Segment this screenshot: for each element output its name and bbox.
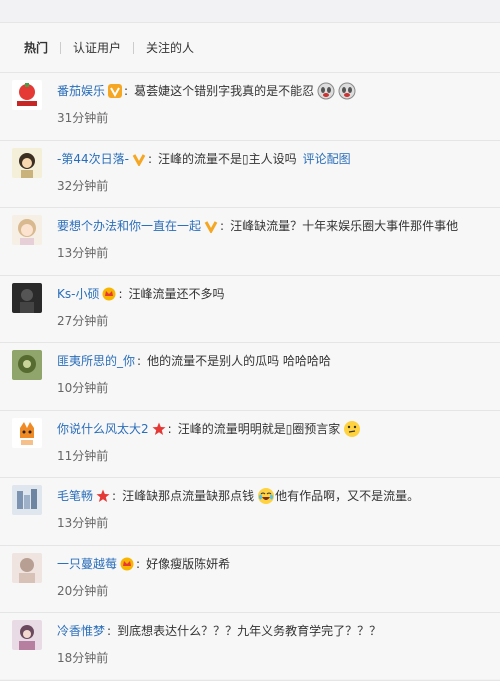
colon: : bbox=[147, 151, 152, 166]
star-icon bbox=[152, 422, 166, 435]
colon: : bbox=[137, 354, 142, 368]
comment-item: Ks-小硕 : 汪峰流量还不多吗 27分钟前 bbox=[0, 276, 500, 343]
comment-tabs: 热门 认证用户 关注的人 bbox=[0, 23, 500, 73]
crying-face-icon bbox=[338, 82, 356, 100]
verified-gold-icon bbox=[204, 221, 218, 233]
colon: : bbox=[107, 624, 112, 638]
comment-item: 冷香惟梦 : 到底想表达什么？？？九年义务教育学完了？？？ 18分钟前 bbox=[0, 613, 500, 681]
comment-item: 要想个办法和你一直在一起 : 汪峰缺流量？十年来娱乐圈大事件那件事他 13分钟前 bbox=[0, 208, 500, 276]
comment-text-continued: 他有作品啊，又不是流量。 bbox=[275, 489, 420, 503]
comment-item: 毛笔畅 : 汪峰缺那点流量缺那点钱 他有作品啊，又不是流量。 13分钟前 bbox=[0, 478, 500, 546]
comment-image-link[interactable]: 评论配图 bbox=[303, 150, 351, 168]
comment-item: 一只蔓越莓 : 好像瘦版陈妍希 20分钟前 bbox=[0, 546, 500, 613]
colon: : bbox=[220, 219, 225, 233]
timestamp: 11分钟前 bbox=[57, 448, 109, 463]
colon: : bbox=[167, 421, 172, 436]
avatar[interactable] bbox=[12, 417, 42, 448]
tab-divider bbox=[133, 41, 135, 54]
colon: : bbox=[124, 84, 129, 98]
colon: : bbox=[118, 286, 123, 301]
avatar[interactable] bbox=[12, 282, 42, 313]
username[interactable]: 你说什么风太大2 bbox=[57, 420, 149, 438]
colon: : bbox=[112, 489, 117, 503]
timestamp: 20分钟前 bbox=[57, 583, 109, 598]
comment-text: 好像瘦版陈妍希 bbox=[146, 556, 231, 571]
laughing-face-icon bbox=[258, 488, 275, 504]
comment-item: 你说什么风太大2 : 汪峰的流量明明就是▯圈预言家 11分钟前 bbox=[0, 411, 500, 478]
comment-text: 葛荟婕这个错别字我真的是不能忍 bbox=[134, 84, 315, 98]
comment-text: 到底想表达什么？？？九年义务教育学完了？？？ bbox=[117, 624, 382, 638]
colon: : bbox=[136, 556, 141, 571]
username[interactable]: -第44次日落- bbox=[57, 150, 129, 168]
crown-icon bbox=[102, 287, 116, 300]
avatar[interactable] bbox=[12, 147, 42, 178]
verified-gold-icon bbox=[108, 84, 123, 98]
comment-list: 番茄娱乐 : 葛荟婕这个错别字我真的是不能忍 31分钟前 -第44次日落- : … bbox=[0, 73, 500, 681]
avatar[interactable] bbox=[12, 620, 42, 650]
timestamp: 27分钟前 bbox=[57, 313, 109, 328]
comment-text: 汪峰流量还不多吗 bbox=[128, 286, 225, 301]
username[interactable]: Ks-小硕 bbox=[57, 285, 99, 303]
username[interactable]: 番茄娱乐 bbox=[57, 82, 105, 100]
comment-item: -第44次日落- : 汪峰的流量不是▯主人设吗 评论配图 32分钟前 bbox=[0, 141, 500, 208]
timestamp: 13分钟前 bbox=[57, 246, 109, 260]
avatar[interactable] bbox=[12, 485, 42, 515]
username[interactable]: 一只蔓越莓 bbox=[57, 555, 117, 573]
crying-face-icon bbox=[317, 82, 335, 100]
comment-text: 汪峰缺流量？十年来娱乐圈大事件那件事他 bbox=[230, 219, 459, 233]
tab-verified-users[interactable]: 认证用户 bbox=[73, 39, 121, 56]
avatar[interactable] bbox=[12, 215, 42, 245]
username[interactable]: 冷香惟梦 bbox=[57, 622, 105, 640]
comment-text: 汪峰的流量明明就是▯圈预言家 bbox=[177, 421, 341, 436]
star-icon bbox=[96, 489, 110, 502]
comment-item: 番茄娱乐 : 葛荟婕这个错别字我真的是不能忍 31分钟前 bbox=[0, 73, 500, 141]
username[interactable]: 匪夷所思的_你 bbox=[57, 352, 135, 370]
username[interactable]: 要想个办法和你一直在一起 bbox=[57, 217, 201, 235]
comment-text: 汪峰的流量不是▯主人设吗 bbox=[157, 151, 297, 166]
timestamp: 13分钟前 bbox=[57, 516, 109, 530]
timestamp: 18分钟前 bbox=[57, 651, 109, 665]
avatar[interactable] bbox=[12, 552, 42, 583]
tab-divider bbox=[60, 41, 62, 54]
tab-following[interactable]: 关注的人 bbox=[146, 39, 194, 56]
comment-text: 汪峰缺那点流量缺那点钱 bbox=[122, 489, 255, 503]
timestamp: 32分钟前 bbox=[57, 178, 109, 193]
avatar[interactable] bbox=[12, 80, 42, 110]
comment-item: 匪夷所思的_你 : 他的流量不是别人的瓜吗 哈哈哈哈 10分钟前 bbox=[0, 343, 500, 411]
timestamp: 10分钟前 bbox=[57, 381, 109, 395]
thinking-face-icon bbox=[344, 420, 361, 437]
username[interactable]: 毛笔畅 bbox=[57, 487, 93, 505]
crown-icon bbox=[120, 557, 134, 570]
tab-hot[interactable]: 热门 bbox=[24, 39, 48, 56]
comment-panel: 热门 认证用户 关注的人 番茄娱乐 : 葛荟婕这个错别字我真的是不能忍 31分钟… bbox=[0, 22, 500, 681]
timestamp: 31分钟前 bbox=[57, 111, 109, 125]
comment-text: 他的流量不是别人的瓜吗 哈哈哈哈 bbox=[147, 354, 331, 368]
avatar[interactable] bbox=[12, 350, 42, 380]
verified-gold-icon bbox=[132, 153, 146, 166]
